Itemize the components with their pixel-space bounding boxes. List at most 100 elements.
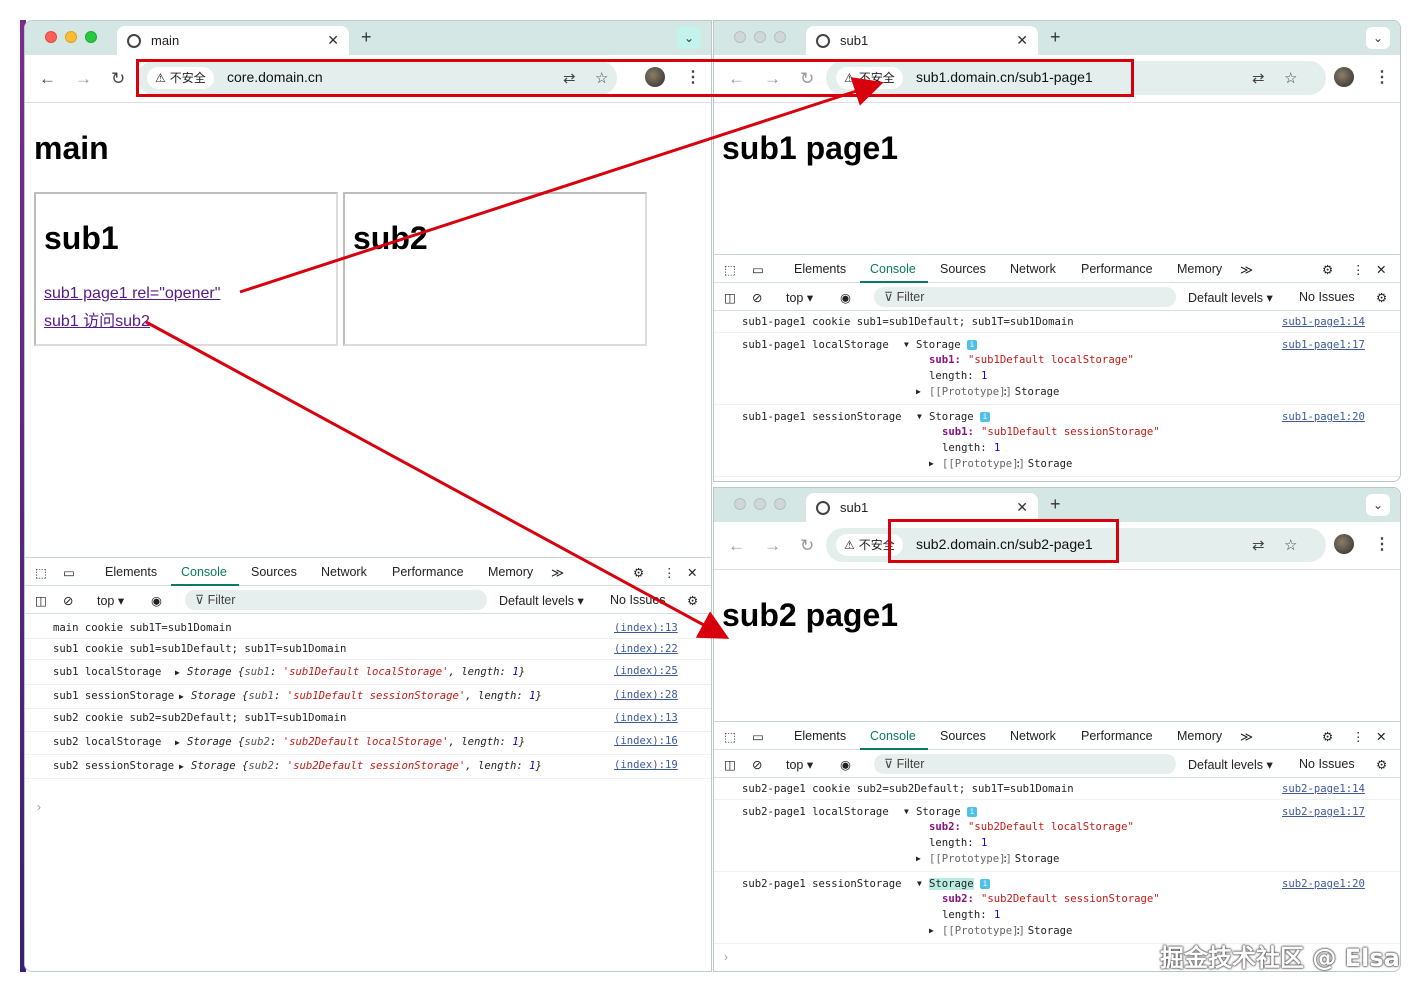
tab-network[interactable]: Network [321,565,367,579]
expand-triangle-icon[interactable]: ▼ [917,879,922,888]
maximize-window-button[interactable] [85,31,97,43]
minimize-window-button[interactable] [754,31,766,43]
tab-sources[interactable]: Sources [940,262,986,276]
sub1-visit-sub2-link[interactable]: sub1 访问sub2 [44,307,150,331]
more-tabs-icon[interactable]: ≫ [551,565,564,580]
forward-button[interactable]: → [75,69,92,89]
tab-sources[interactable]: Sources [251,565,297,579]
log-source-link[interactable]: sub2-page1:20 [1282,878,1365,890]
context-selector[interactable]: top ▾ [786,290,813,305]
tab-sub1[interactable]: sub1 ✕ [806,26,1038,55]
more-tabs-icon[interactable]: ≫ [1240,729,1253,744]
tab-search-button[interactable]: ⌄ [677,27,701,49]
devtools-menu-icon[interactable]: ⋮ [1352,729,1365,744]
close-window-button[interactable] [45,31,57,43]
tab-memory[interactable]: Memory [1177,262,1222,276]
console-prompt[interactable]: › [37,800,41,814]
storage-object-preview[interactable]: Storage {sub1: 'sub1Default sessionStora… [191,690,542,702]
sub1-opener-link[interactable]: sub1 page1 rel="opener" [44,285,220,303]
storage-object[interactable]: Storage [916,806,961,818]
log-source-link[interactable]: (index):28 [614,689,678,701]
sidebar-toggle-icon[interactable]: ◫ [35,593,47,608]
maximize-window-button[interactable] [774,31,786,43]
log-levels-dropdown[interactable]: Default levels ▾ [499,593,584,608]
settings-gear-icon[interactable]: ⚙ [1322,729,1333,744]
new-tab-button[interactable]: + [361,27,372,48]
storage-object[interactable]: Storage [916,339,961,351]
filter-input[interactable]: ⊽ Filter [185,590,487,610]
expand-triangle-icon[interactable]: ▶ [916,854,921,863]
context-selector[interactable]: top ▾ [786,757,813,772]
tab-performance[interactable]: Performance [392,565,464,579]
devtools-menu-icon[interactable]: ⋮ [663,565,676,580]
close-devtools-icon[interactable]: ✕ [1376,729,1386,744]
translate-icon[interactable]: ⇄ [1252,69,1265,87]
eye-icon[interactable]: ◉ [840,290,851,305]
expand-triangle-icon[interactable]: ▶ [929,459,934,468]
storage-object[interactable]: Storage [929,411,974,423]
back-button[interactable]: ← [39,69,56,89]
expand-triangle-icon[interactable]: ▶ [179,762,184,771]
tab-sources[interactable]: Sources [940,729,986,743]
log-source-link[interactable]: sub2-page1:14 [1282,783,1365,795]
log-source-link[interactable]: sub2-page1:17 [1282,806,1365,818]
log-source-link[interactable]: (index):13 [614,622,678,634]
settings-gear-icon[interactable]: ⚙ [633,565,644,580]
clear-console-icon[interactable]: ⊘ [63,593,73,608]
device-toggle-icon[interactable]: ▭ [63,565,75,580]
settings-gear-icon[interactable]: ⚙ [1322,262,1333,277]
tab-performance[interactable]: Performance [1081,729,1153,743]
console-settings-icon[interactable]: ⚙ [687,593,698,608]
filter-input[interactable]: ⊽ Filter [874,287,1176,307]
close-window-button[interactable] [734,498,746,510]
console-settings-icon[interactable]: ⚙ [1376,757,1387,772]
more-tabs-icon[interactable]: ≫ [1240,262,1253,277]
tab-elements[interactable]: Elements [794,729,846,743]
tab-sub2[interactable]: sub1 ✕ [806,493,1038,522]
minimize-window-button[interactable] [65,31,77,43]
expand-triangle-icon[interactable]: ▼ [904,807,909,816]
log-levels-dropdown[interactable]: Default levels ▾ [1188,757,1273,772]
log-source-link[interactable]: sub1-page1:20 [1282,411,1365,423]
tab-memory[interactable]: Memory [1177,729,1222,743]
sidebar-toggle-icon[interactable]: ◫ [724,290,736,305]
expand-triangle-icon[interactable]: ▼ [917,412,922,421]
expand-triangle-icon[interactable]: ▶ [929,926,934,935]
close-window-button[interactable] [734,31,746,43]
devtools-menu-icon[interactable]: ⋮ [1352,262,1365,277]
close-devtools-icon[interactable]: ✕ [1376,262,1386,277]
expand-triangle-icon[interactable]: ▶ [916,387,921,396]
log-source-link[interactable]: sub1-page1:17 [1282,339,1365,351]
expand-triangle-icon[interactable]: ▶ [175,668,180,677]
bookmark-star-icon[interactable]: ☆ [1284,536,1297,554]
eye-icon[interactable]: ◉ [840,757,851,772]
device-toggle-icon[interactable]: ▭ [752,729,764,744]
sidebar-toggle-icon[interactable]: ◫ [724,757,736,772]
issues-button[interactable]: No Issues [1299,757,1355,771]
tab-console[interactable]: Console [870,729,916,743]
back-button[interactable]: ← [728,536,745,556]
storage-object-preview[interactable]: Storage {sub1: 'sub1Default localStorage… [187,666,525,678]
maximize-window-button[interactable] [774,498,786,510]
filter-input[interactable]: ⊽ Filter [874,754,1176,774]
log-source-link[interactable]: (index):16 [614,735,678,747]
tab-search-button[interactable]: ⌄ [1366,494,1390,516]
console-settings-icon[interactable]: ⚙ [1376,290,1387,305]
translate-icon[interactable]: ⇄ [1252,536,1265,554]
tab-elements[interactable]: Elements [794,262,846,276]
tab-network[interactable]: Network [1010,262,1056,276]
log-source-link[interactable]: (index):22 [614,643,678,655]
menu-kebab-icon[interactable]: ⋮ [1374,534,1390,554]
storage-object[interactable]: Storage [929,878,974,890]
close-devtools-icon[interactable]: ✕ [687,565,697,580]
context-selector[interactable]: top ▾ [97,593,124,608]
storage-object-preview[interactable]: Storage {sub2: 'sub2Default sessionStora… [191,760,542,772]
issues-button[interactable]: No Issues [610,593,666,607]
avatar[interactable] [1334,534,1354,554]
close-tab-icon[interactable]: ✕ [1016,32,1028,49]
expand-triangle-icon[interactable]: ▼ [904,340,909,349]
inspect-icon[interactable]: ⬚ [724,262,736,277]
log-source-link[interactable]: (index):19 [614,759,678,771]
expand-triangle-icon[interactable]: ▶ [175,738,180,747]
tab-elements[interactable]: Elements [105,565,157,579]
